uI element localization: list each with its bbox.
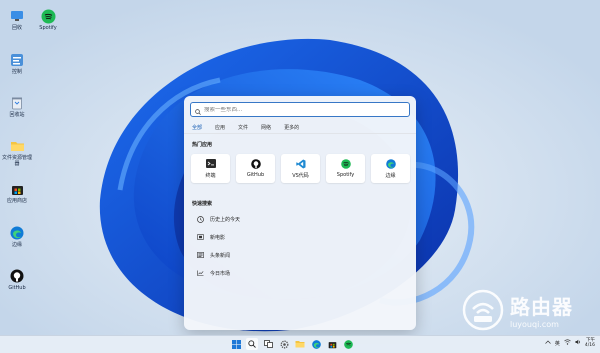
input-method-indicator[interactable]: 英	[555, 340, 560, 347]
quick-item-movies[interactable]: 新电影	[196, 228, 240, 246]
settings-button[interactable]	[278, 338, 290, 350]
quick-item-history[interactable]: 历史上的今天	[196, 210, 240, 228]
quick-search-title: 快速搜索	[192, 201, 213, 207]
terminal-icon	[205, 159, 216, 169]
app-tile-label: GitHub	[246, 172, 265, 178]
github-icon	[250, 159, 261, 169]
top-apps-title: 热门应用	[192, 142, 213, 148]
desktop-icon-spotify[interactable]: Spotify	[31, 8, 65, 32]
clock-date: 4/16	[584, 343, 595, 349]
github-icon	[9, 268, 25, 284]
store-icon	[328, 341, 336, 348]
desktop-icon-store[interactable]: 应用商店	[0, 181, 34, 205]
desktop-icon-label: GitHub	[8, 285, 26, 291]
task-view-icon	[263, 340, 273, 348]
folder-icon	[9, 138, 25, 154]
quick-item-label: 新电影	[210, 234, 226, 241]
task-view-button[interactable]	[262, 338, 274, 350]
edge-button[interactable]	[310, 338, 322, 350]
tab-divider	[184, 133, 416, 134]
chart-icon	[196, 269, 204, 277]
app-tile-label: VS代码	[292, 172, 309, 179]
spotify-icon	[40, 8, 56, 24]
quick-search-list: 历史上的今天 新电影 头条新闻 今日市场	[196, 210, 240, 282]
clock-icon	[196, 215, 204, 223]
edge-icon	[385, 158, 396, 169]
spotify-icon	[343, 339, 353, 349]
desktop-icon-pc[interactable]: 回收	[0, 8, 34, 32]
edge-icon	[9, 225, 25, 241]
folder-icon	[295, 341, 305, 348]
watermark: 路由器 luyouqi.com	[462, 287, 590, 333]
spotify-icon	[340, 159, 351, 169]
router-logo-icon	[462, 289, 504, 331]
quick-item-market[interactable]: 今日市场	[196, 264, 240, 282]
app-tile-edge[interactable]: 边缘	[371, 154, 410, 183]
quick-item-label: 历史上的今天	[210, 216, 241, 223]
app-tile-vscode[interactable]: VS代码	[281, 154, 320, 183]
desktop-icon-file-explorer[interactable]: 文件资源管理器	[0, 138, 34, 167]
start-button[interactable]	[230, 338, 242, 350]
desktop-icon-recycle-bin[interactable]: 回收站	[0, 95, 34, 119]
desktop-icon-label: 文件资源管理器	[1, 155, 32, 167]
desktop-icon-edge[interactable]: 边缘	[0, 225, 34, 249]
taskbar-icons	[230, 338, 354, 350]
app-tile-label: 终端	[205, 172, 216, 179]
film-icon	[196, 233, 204, 241]
vscode-icon	[295, 159, 306, 169]
store-button[interactable]	[326, 338, 338, 350]
app-tile-spotify[interactable]: Spotify	[326, 154, 365, 183]
quick-item-news[interactable]: 头条新闻	[196, 246, 240, 264]
windows-icon	[231, 339, 241, 349]
pc-icon	[9, 8, 25, 24]
desktop-icon-label: 回收站	[9, 112, 25, 118]
watermark-brand: 路由器	[510, 295, 573, 319]
watermark-url: luyouqi.com	[510, 320, 559, 329]
edge-icon	[311, 339, 321, 349]
app-tile-label: Spotify	[336, 172, 355, 178]
app-tile-terminal[interactable]: 终端	[191, 154, 230, 183]
control-panel-icon	[9, 52, 25, 68]
desktop-icon-label: 应用商店	[6, 198, 27, 204]
search-box[interactable]	[190, 102, 410, 117]
volume-icon[interactable]	[575, 339, 581, 347]
desktop-icon-label: 边缘	[11, 242, 22, 248]
desktop-icon-control-panel[interactable]: 控制	[0, 52, 34, 76]
desktop-icon-label: 控制	[11, 69, 22, 75]
spotify-button[interactable]	[342, 338, 354, 350]
news-icon	[196, 251, 204, 259]
search-icon	[248, 340, 256, 348]
app-tile-label: 边缘	[385, 172, 396, 179]
search-input[interactable]	[201, 106, 394, 113]
app-tile-github[interactable]: GitHub	[236, 154, 275, 183]
desktop-icon-label: 回收	[11, 25, 22, 31]
chevron-up-icon[interactable]	[545, 340, 551, 346]
search-panel: 全部 应用 文件 网络 更多的 热门应用 终端 GitHub VS代码	[184, 96, 416, 330]
top-apps-row: 终端 GitHub VS代码 Spotify 边缘	[191, 154, 410, 183]
recycle-bin-icon	[9, 95, 25, 111]
quick-item-label: 头条新闻	[210, 252, 231, 259]
file-explorer-button[interactable]	[294, 338, 306, 350]
desktop-icon-github[interactable]: GitHub	[0, 268, 34, 292]
quick-item-label: 今日市场	[210, 270, 231, 277]
store-icon	[9, 181, 25, 197]
taskbar-search-button[interactable]	[246, 338, 258, 350]
wifi-icon[interactable]	[564, 339, 571, 347]
clock[interactable]: 下午 4/16	[585, 338, 595, 348]
gear-icon	[280, 340, 288, 348]
taskbar: 英 下午 4/16	[0, 335, 600, 353]
desktop-icon-label: Spotify	[39, 25, 57, 31]
system-tray: 英 下午 4/16	[545, 338, 595, 348]
